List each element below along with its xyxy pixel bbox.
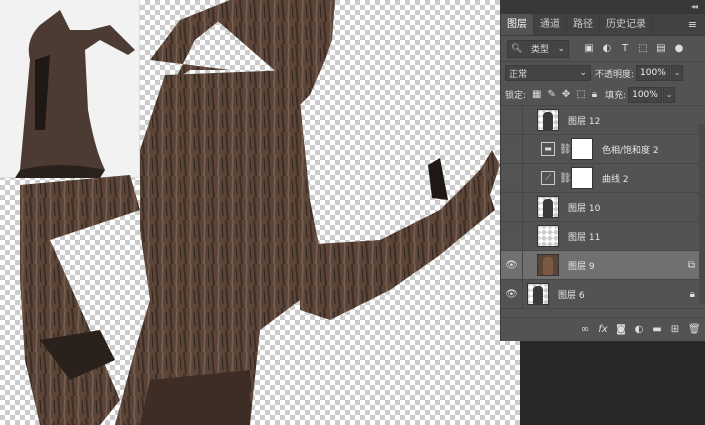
layer-name: 图层 10 <box>568 203 601 214</box>
layer-name: 图层 12 <box>568 116 601 127</box>
bark-figure <box>20 0 500 425</box>
lock-icon: 🔒︎ <box>689 288 695 300</box>
curves-adjustment-icon: ⟋ <box>541 171 555 185</box>
lock-row: 锁定: ▦ ✎ ✥ ⬚ 🔒︎ 填充: 100% ⌄ <box>501 84 705 106</box>
link-icon[interactable]: ⛓ <box>559 173 572 184</box>
layer-name: 色相/饱和度 2 <box>602 145 659 156</box>
layer-style-icon[interactable]: fx <box>598 324 608 335</box>
layer-mask-thumbnail[interactable] <box>571 167 593 189</box>
pixel-filter-icon[interactable]: ▣ <box>583 43 595 55</box>
visibility-toggle[interactable] <box>501 134 523 164</box>
layer-row-selected[interactable]: 👁︎ 图层 9 ⧉ <box>501 250 705 280</box>
visibility-toggle[interactable] <box>501 221 523 251</box>
opacity-dropdown-icon[interactable]: ⌄ <box>671 65 684 81</box>
new-group-icon[interactable]: ▬ <box>652 324 662 335</box>
layer-thumbnail <box>537 196 559 218</box>
layer-row[interactable]: 👁︎ 图层 6 🔒︎ <box>501 279 705 309</box>
fill-label: 填充: <box>605 91 627 101</box>
filter-kind-select[interactable]: 🔍︎ 类型 ⌄ <box>507 39 569 58</box>
shape-filter-icon[interactable]: ⬚ <box>637 43 649 55</box>
opacity-input[interactable]: 100% <box>636 65 671 81</box>
layer-mask-thumbnail[interactable] <box>571 138 593 160</box>
delete-layer-icon[interactable]: 🗑︎ <box>688 324 701 335</box>
lock-position-icon[interactable]: ✥ <box>562 89 570 100</box>
panel-menu-icon[interactable]: ≡ <box>688 18 697 31</box>
lock-artboard-icon[interactable]: ⬚ <box>576 89 585 100</box>
layer-row[interactable]: 图层 12 <box>501 105 705 135</box>
type-filter-icon[interactable]: T <box>619 43 631 55</box>
layer-thumbnail <box>537 109 559 131</box>
visibility-toggle[interactable] <box>501 163 523 193</box>
add-mask-icon[interactable]: ◙ <box>616 324 626 335</box>
layer-row[interactable]: ⟋ ⛓ 曲线 2 <box>501 163 705 193</box>
layer-thumbnail <box>537 254 559 276</box>
lock-image-icon[interactable]: ✎ <box>548 89 556 100</box>
fill-input[interactable]: 100% <box>628 86 663 103</box>
eye-icon: 👁︎ <box>505 288 518 300</box>
chevron-down-icon: ⌄ <box>579 68 587 78</box>
opacity-label: 不透明度: <box>595 69 635 80</box>
panel-dock-header: ◂◂ <box>500 0 705 14</box>
eye-icon: 👁︎ <box>505 259 518 271</box>
tab-paths[interactable]: 路径 <box>567 14 600 35</box>
panel-tabs: 图层 通道 路径 历史记录 ≡ <box>501 14 705 36</box>
new-layer-icon[interactable]: ⊞ <box>670 324 680 335</box>
new-adjustment-layer-icon[interactable]: ◐ <box>634 324 644 335</box>
visibility-toggle[interactable]: 👁︎ <box>501 250 523 280</box>
tab-history[interactable]: 历史记录 <box>600 14 653 35</box>
layers-panel: 图层 通道 路径 历史记录 ≡ 🔍︎ 类型 ⌄ ▣ ◐ T ⬚ ▤ ● 正常 ⌄… <box>500 14 705 341</box>
lock-transparent-icon[interactable]: ▦ <box>532 89 541 100</box>
smart-object-filter-icon[interactable]: ▤ <box>655 43 667 55</box>
visibility-toggle[interactable] <box>501 105 523 135</box>
fill-dropdown-icon[interactable]: ⌄ <box>663 86 676 103</box>
layer-thumbnail <box>537 225 559 247</box>
link-layers-icon[interactable]: ∞ <box>580 324 590 335</box>
hue-saturation-adjustment-icon: ▬ <box>541 142 555 156</box>
layer-name: 图层 9 <box>568 261 595 272</box>
layer-row[interactable]: 图层 10 <box>501 192 705 222</box>
adjustment-filter-icon[interactable]: ◐ <box>601 43 613 55</box>
chevron-down-icon: ⌄ <box>557 43 565 54</box>
panel-scrollbar[interactable] <box>699 124 705 304</box>
layer-row[interactable]: 图层 11 <box>501 221 705 251</box>
filter-row: 🔍︎ 类型 ⌄ ▣ ◐ T ⬚ ▤ ● <box>501 36 705 62</box>
filter-kind-label: 类型 <box>530 45 549 55</box>
tab-channels[interactable]: 通道 <box>534 14 567 35</box>
layer-thumbnail <box>527 283 549 305</box>
collapse-panel-icon[interactable]: ◂◂ <box>691 2 698 11</box>
blend-row: 正常 ⌄ 不透明度: 100% ⌄ <box>501 62 705 84</box>
layer-name: 图层 6 <box>558 290 585 301</box>
lock-label: 锁定: <box>505 91 527 101</box>
filter-toggle-icon[interactable]: ● <box>673 43 685 55</box>
visibility-toggle[interactable] <box>501 192 523 222</box>
blend-mode-select[interactable]: 正常 ⌄ <box>505 65 591 81</box>
blend-mode-label: 正常 <box>509 69 528 80</box>
tab-layers[interactable]: 图层 <box>501 14 534 35</box>
layers-list: 图层 12 ▬ ⛓ 色相/饱和度 2 ⟋ ⛓ 曲线 2 图层 10 图层 11 <box>501 105 705 309</box>
visibility-toggle[interactable]: 👁︎ <box>501 279 523 309</box>
search-icon: 🔍︎ <box>511 43 523 54</box>
link-icon[interactable]: ⛓ <box>559 144 572 155</box>
lock-all-icon[interactable]: 🔒︎ <box>592 89 597 100</box>
layer-name: 图层 11 <box>568 232 601 243</box>
layers-panel-footer: ∞ fx ◙ ◐ ▬ ⊞ 🗑︎ <box>501 317 705 341</box>
document-canvas[interactable] <box>0 0 520 425</box>
layer-row[interactable]: ▬ ⛓ 色相/饱和度 2 <box>501 134 705 164</box>
layer-name: 曲线 2 <box>602 174 629 185</box>
smart-object-icon: ⧉ <box>687 259 695 271</box>
